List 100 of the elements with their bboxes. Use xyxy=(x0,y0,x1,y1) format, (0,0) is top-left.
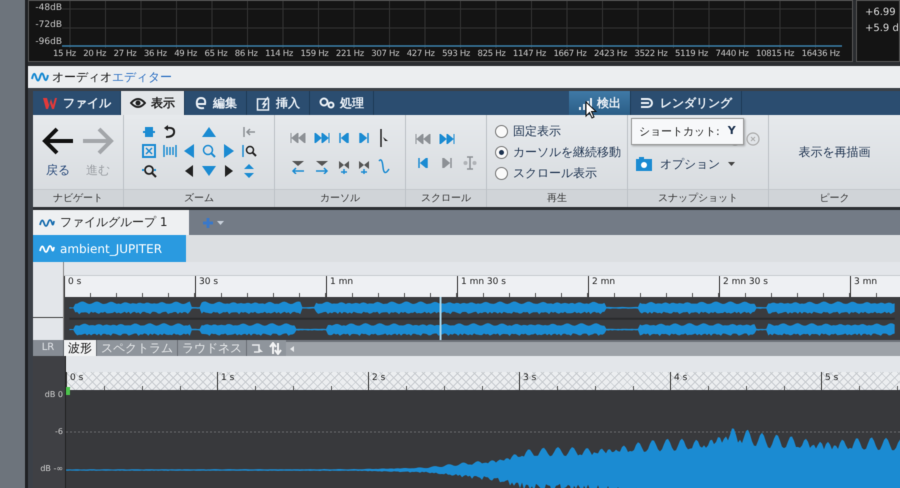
camera-icon xyxy=(636,157,652,171)
arrow-left-icon xyxy=(41,126,75,156)
axis-label: -72dB xyxy=(35,20,62,31)
axis-label: 65 Hz xyxy=(204,48,228,61)
app-logo-icon xyxy=(42,96,58,110)
triangle-left-icon[interactable] xyxy=(183,143,195,159)
axis-label: 2423 Hz xyxy=(594,48,628,61)
axis-label: -48dB xyxy=(35,3,62,14)
triangle-down-icon[interactable] xyxy=(201,165,217,177)
collapse-left-icon[interactable] xyxy=(242,126,256,138)
ruler-label: 2 mn 30 s xyxy=(719,276,850,297)
zoom-out-icon[interactable] xyxy=(141,164,157,178)
level-readout: +6.99 xyxy=(865,7,897,18)
mouse-pointer-icon xyxy=(585,101,597,119)
zoom-range-icon[interactable] xyxy=(241,144,257,158)
radio-option[interactable]: 固定表示 xyxy=(495,122,561,140)
radio-button[interactable] xyxy=(495,166,508,180)
db-label: -6 xyxy=(55,426,63,438)
next-icon[interactable] xyxy=(359,133,369,143)
axis-label: 10815 Hz xyxy=(756,48,794,61)
waveform-icon xyxy=(39,216,55,228)
radio-button[interactable] xyxy=(495,146,508,158)
arrow-right-icon xyxy=(81,126,115,156)
edit-icon xyxy=(194,96,208,110)
search-icon[interactable] xyxy=(202,144,216,158)
tooltip: ショートカット: Y xyxy=(631,118,744,145)
level-readout: +5.9 d xyxy=(865,23,899,34)
up-down-arrows-icon[interactable] xyxy=(269,342,282,354)
ruler-label: 2 mn xyxy=(588,276,719,297)
group-caption: ピーク xyxy=(769,189,900,207)
next-icon[interactable] xyxy=(442,158,452,168)
radio-option[interactable]: カーソルを継続移動 xyxy=(495,144,621,160)
scroll-bar[interactable] xyxy=(286,340,900,356)
group-caption: ナビゲート xyxy=(33,189,123,207)
group-caption: スナップショット xyxy=(628,189,768,207)
axis-label: 427 Hz xyxy=(406,48,435,61)
axis-label: 1667 Hz xyxy=(553,48,587,61)
axis-label: 593 Hz xyxy=(442,48,470,61)
db-label: dB -∞ xyxy=(40,463,63,475)
cursor-right-icon[interactable] xyxy=(315,160,329,174)
caret-icon xyxy=(728,162,735,166)
triangle-right-outline-icon[interactable] xyxy=(224,164,234,178)
group-caption: 再生 xyxy=(487,189,627,207)
axis-label: 825 Hz xyxy=(478,48,506,61)
previous-icon[interactable] xyxy=(418,158,428,168)
file-group-tab[interactable]: ファイルグループ 1 xyxy=(33,210,190,235)
axis-label: 16436 Hz xyxy=(802,48,840,61)
eye-icon xyxy=(130,97,146,109)
group-caption: ズーム xyxy=(124,189,274,207)
marker-left-icon[interactable] xyxy=(338,160,350,174)
skip-forward-icon[interactable] xyxy=(314,133,330,143)
insert-icon xyxy=(256,96,271,110)
spread-icon[interactable] xyxy=(163,144,177,158)
skip-back-icon[interactable] xyxy=(415,134,431,144)
axis-label: 15 Hz xyxy=(53,48,76,61)
axis-label: 5119 Hz xyxy=(674,48,708,61)
redraw-button[interactable]: 表示を再描画 xyxy=(792,142,876,162)
axis-label: 307 Hz xyxy=(371,48,400,61)
triangle-up-icon[interactable] xyxy=(201,126,217,138)
skip-back-icon[interactable] xyxy=(290,133,306,143)
axis-label: -96dB xyxy=(35,37,62,48)
axis-label: 1147 Hz xyxy=(512,48,546,61)
view-tab[interactable]: 波形 xyxy=(64,340,97,356)
marker-right-icon[interactable] xyxy=(358,160,370,174)
axis-label: 3522 Hz xyxy=(634,48,668,61)
loop-icon[interactable] xyxy=(251,342,264,354)
text-cursor-icon[interactable] xyxy=(463,156,477,170)
ribbon-tab[interactable]: 表示 xyxy=(121,91,185,115)
radio-button[interactable] xyxy=(495,124,508,138)
window-title: オーディオエディター xyxy=(52,68,172,86)
axis-label: 159 Hz xyxy=(300,48,328,61)
axis-label: 27 Hz xyxy=(114,48,136,61)
waveform-icon xyxy=(31,70,49,84)
triangle-right-icon[interactable] xyxy=(223,143,235,159)
ruler-label: 1 mn xyxy=(326,276,457,297)
expand-vertical-icon[interactable] xyxy=(243,163,255,179)
fit-all-icon[interactable] xyxy=(142,144,156,158)
ruler-label: 0 s xyxy=(64,276,195,297)
options-button[interactable]: オプション xyxy=(636,156,760,172)
axis-label: 36 Hz xyxy=(144,48,167,61)
start-marker[interactable] xyxy=(66,387,70,395)
wave-cycle-icon[interactable] xyxy=(378,159,390,175)
axis-label: 221 Hz xyxy=(336,48,364,61)
radio-option[interactable]: スクロール表示 xyxy=(495,164,597,182)
ruler-label: 1 mn 30 s xyxy=(457,276,588,297)
cursor-left-icon[interactable] xyxy=(291,160,305,174)
db-label: dB 0 xyxy=(44,389,63,401)
undo-icon[interactable] xyxy=(163,125,177,139)
channel-label: LR xyxy=(33,340,64,356)
fit-height-icon[interactable] xyxy=(142,125,156,139)
ribbon-tab[interactable]: 検出 xyxy=(569,91,631,115)
axis-label: 20 Hz xyxy=(83,48,106,61)
back-button[interactable]: 戻る xyxy=(41,126,75,178)
plus-icon xyxy=(203,218,214,228)
gears-icon xyxy=(319,97,335,109)
cursor-line-icon[interactable] xyxy=(379,129,389,147)
render-icon xyxy=(640,97,655,109)
skip-forward-icon[interactable] xyxy=(439,134,455,144)
triangle-left-outline-icon[interactable] xyxy=(184,164,194,178)
previous-icon[interactable] xyxy=(339,133,349,143)
